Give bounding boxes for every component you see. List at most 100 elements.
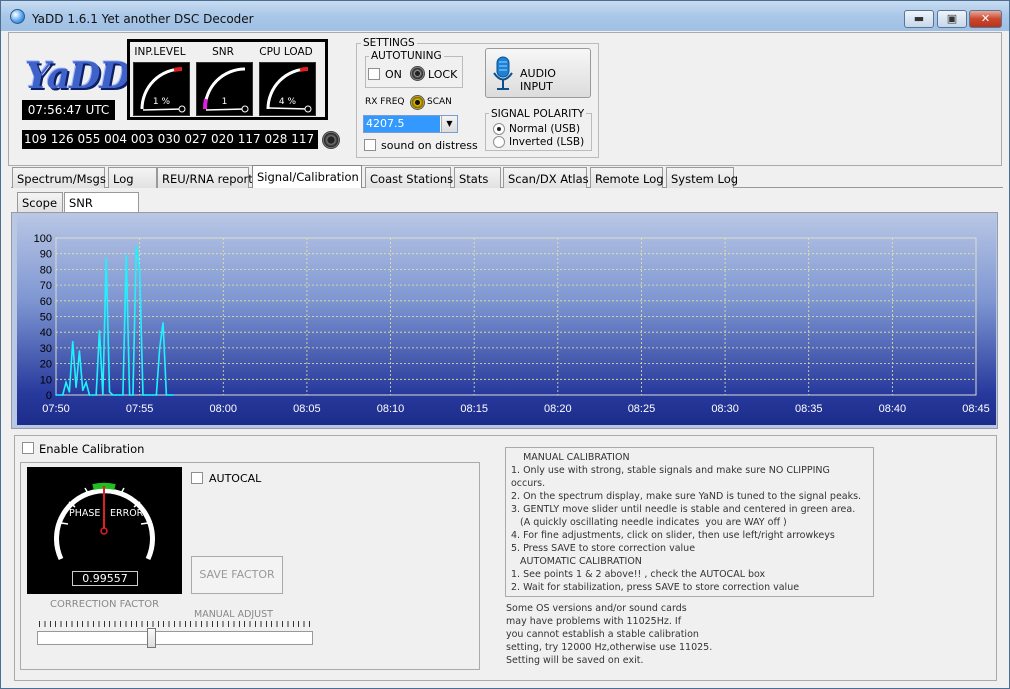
snr-gauge: 1	[196, 62, 253, 116]
snr-data-point	[168, 394, 171, 396]
sound-on-distress-checkbox[interactable]	[364, 139, 376, 151]
x-tick-label: 08:20	[544, 403, 572, 415]
snr-data-point	[138, 268, 141, 271]
slider-ticks	[39, 621, 311, 627]
snr-data-point	[158, 347, 161, 349]
input-level-gauge: 1 %	[133, 62, 190, 116]
save-factor-button[interactable]: SAVE FACTOR	[191, 556, 283, 594]
normal-usb-label: Normal (USB)	[509, 123, 581, 135]
snr-data-point	[165, 394, 168, 396]
app-icon	[10, 9, 25, 24]
tab-log[interactable]: Log	[108, 167, 157, 188]
snr-data-point	[172, 394, 174, 396]
normal-usb-radio[interactable]	[493, 123, 505, 135]
y-tick-label: 90	[40, 249, 52, 261]
tab-remote-log[interactable]: Remote Log	[590, 167, 664, 188]
note-line: you cannot establish a stable calibratio…	[506, 629, 699, 640]
instruction-line: 5. Press SAVE to store correction value	[511, 543, 696, 554]
snr-history-panel: 0 10 20 30 40 50 60 70 80 90 100 07:50 07:55 08:00 08:…	[11, 212, 998, 429]
instruction-line: (A quickly oscillating needle indicates …	[511, 517, 787, 528]
snr-data-point	[78, 350, 81, 352]
tab-scan-dx-atlas[interactable]: Scan/DX Atlas	[503, 167, 589, 188]
snr-data-point	[155, 394, 158, 396]
snr-data-point	[55, 394, 57, 396]
y-tick-label: 100	[34, 233, 52, 245]
snr-data-point	[152, 394, 154, 396]
autotune-on-label: ON	[385, 68, 402, 81]
correction-factor-caption: CORRECTION FACTOR	[50, 599, 160, 610]
audio-input-label: AUDIO INPUT	[520, 67, 556, 93]
snr-data-point	[92, 394, 94, 396]
cpu-load-value: 4 %	[278, 97, 297, 107]
snr-history-chart: 0 10 20 30 40 50 60 70 80 90 100 07:50 07:55 08:00 08:…	[34, 233, 990, 415]
snr-data-point	[135, 245, 138, 247]
snr-data-point	[118, 394, 121, 396]
y-tick-label: 10	[40, 374, 52, 386]
correction-factor-value: 0.99557	[72, 571, 138, 586]
close-button[interactable]: ✕	[969, 10, 1002, 28]
y-tick-label: 80	[40, 264, 52, 276]
lock-toggle-icon[interactable]	[410, 66, 425, 81]
instruction-line: 1. Only use with strong, stable signals …	[511, 465, 830, 476]
tab-reu-rna-report[interactable]: REU/RNA report	[157, 167, 253, 188]
maximize-button[interactable]: ▣	[937, 10, 967, 28]
y-tick-label: 70	[40, 280, 52, 292]
subtab-scope[interactable]: Scope	[17, 192, 63, 212]
manual-adjust-label: MANUAL ADJUST	[194, 609, 273, 620]
x-tick-label: 08:05	[293, 403, 321, 415]
manual-adjust-slider[interactable]	[37, 631, 313, 645]
subtab-snr-history[interactable]: SNR History	[64, 192, 139, 224]
snr-data-point	[71, 340, 74, 343]
enable-calibration-label: Enable Calibration	[39, 442, 145, 456]
minimize-button[interactable]: ▬	[904, 10, 934, 28]
audio-input-button[interactable]: AUDIO INPUT	[485, 48, 591, 98]
rx-freq-select[interactable]: 4207.5 ▼	[363, 115, 458, 133]
sample-rate-note: Some OS versions and/or sound cards may …	[506, 602, 712, 667]
instruction-line: MANUAL CALIBRATION	[511, 452, 630, 463]
autocal-checkbox[interactable]	[191, 472, 203, 484]
cpu-load-gauge: 4 %	[259, 62, 316, 116]
x-tick-label: 07:55	[126, 403, 154, 415]
gauge-label-input-level: INP.LEVEL	[134, 46, 186, 58]
settings-title: SETTINGS	[361, 37, 417, 49]
dsc-symbol-line: 109 126 055 004 003 030 027 020 117 028 …	[22, 130, 318, 149]
snr-data-point	[95, 394, 97, 396]
tab-stats[interactable]: Stats	[454, 167, 501, 188]
lock-label: LOCK	[428, 68, 458, 81]
title-bar[interactable]: YaDD 1.6.1 Yet another DSC Decoder ▬ ▣ ✕	[1, 1, 1009, 31]
tab-signal-calibration[interactable]: Signal/Calibration	[252, 165, 362, 188]
tab-coast-stations[interactable]: Coast Stations	[365, 167, 453, 188]
snr-data-point	[115, 394, 118, 396]
instruction-line: AUTOMATIC CALIBRATION	[511, 556, 642, 567]
note-line: setting, try 12000 Hz,otherwise use 1102…	[506, 642, 713, 653]
snr-data-point	[105, 257, 107, 260]
signal-polarity-title: SIGNAL POLARITY	[489, 108, 587, 120]
enable-calibration-checkbox[interactable]	[22, 442, 34, 454]
x-tick-label: 08:10	[377, 403, 405, 415]
app-logo: YaDD	[25, 55, 131, 97]
snr-data-point	[68, 391, 71, 393]
snr-data-point	[112, 394, 114, 396]
autotune-on-checkbox[interactable]	[368, 68, 380, 80]
y-tick-label: 30	[40, 343, 52, 355]
tab-system-log[interactable]: System Log	[666, 167, 738, 188]
gauge-label-cpu: CPU LOAD	[259, 46, 313, 58]
utc-clock: 07:56:47 UTC	[22, 100, 115, 120]
y-tick-label: 40	[40, 327, 52, 339]
scan-label: SCAN	[427, 97, 452, 107]
microphone-icon	[493, 56, 513, 90]
chevron-down-icon[interactable]: ▼	[441, 116, 457, 132]
note-line: Setting will be saved on exit.	[506, 655, 644, 666]
snr-data-point	[125, 254, 128, 257]
snr-data-point	[88, 394, 91, 396]
tab-spectrum-msgs[interactable]: Spectrum/Msgs	[12, 167, 106, 188]
inverted-lsb-radio[interactable]	[493, 136, 505, 148]
clear-button-icon[interactable]	[322, 131, 340, 149]
scan-toggle-icon[interactable]	[410, 95, 425, 110]
gauge-label-snr: SNR	[212, 46, 234, 58]
x-tick-label: 08:30	[711, 403, 739, 415]
y-tick-label: 0	[46, 390, 52, 402]
snr-data-point	[122, 394, 124, 396]
manual-adjust-slider-thumb[interactable]	[147, 628, 156, 648]
x-tick-label: 07:50	[42, 403, 70, 415]
